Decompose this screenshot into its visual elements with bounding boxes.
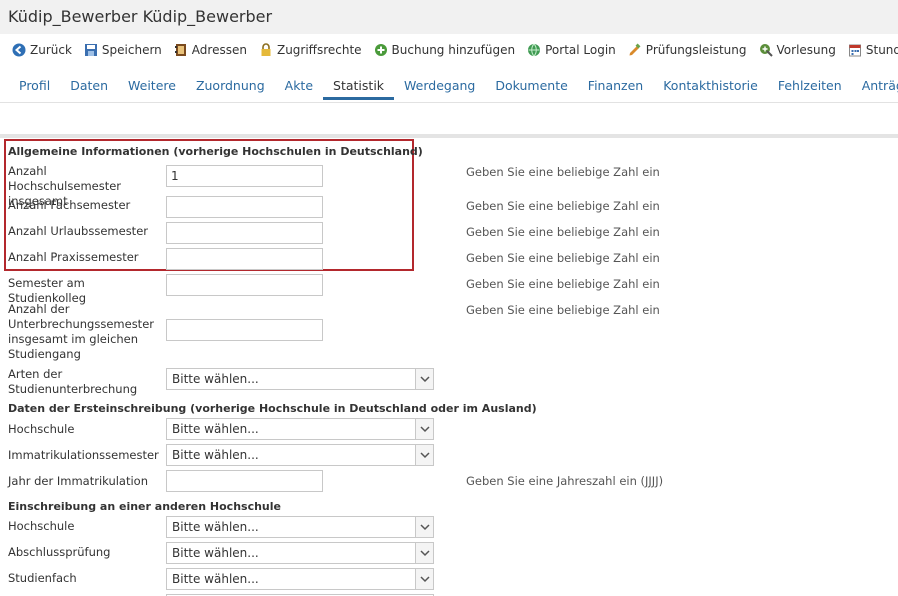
lecture-button[interactable]: Vorlesung [756,40,839,60]
lecture-icon [759,44,773,57]
abschlusspruefung-value: Bitte wählen... [172,546,259,560]
access-rights-button[interactable]: Zugriffsrechte [256,40,365,60]
tab-profil[interactable]: Profil [9,75,60,100]
immatrikulationssemester-select[interactable]: Bitte wählen... [166,444,434,466]
tab-daten[interactable]: Daten [60,75,118,100]
globe-icon [528,43,541,57]
lock-icon [261,43,271,56]
label-urlaubssemester: Anzahl Urlaubssemester [8,224,148,238]
tab-werdegang[interactable]: Werdegang [394,75,485,100]
address-book-icon [174,44,186,56]
hint-urlaubssemester: Geben Sie eine beliebige Zahl ein [466,225,660,239]
tab-weitere[interactable]: Weitere [118,75,186,100]
hint-hochschulsemester: Geben Sie eine beliebige Zahl ein [466,165,660,179]
hint-studienkolleg: Geben Sie eine beliebige Zahl ein [466,277,660,291]
arten-unterbrechung-select[interactable]: Bitte wählen... [166,368,434,390]
tab-dokumente[interactable]: Dokumente [485,75,577,100]
studienfach-value: Bitte wählen... [172,572,259,586]
tab-zuordnung[interactable]: Zuordnung [186,75,275,100]
label-studienfach: Studienfach [8,571,77,585]
back-button[interactable]: Zurück [9,40,75,60]
addresses-button-label: Adressen [191,43,247,57]
content-divider [0,134,898,138]
lecture-button-label: Vorlesung [776,43,836,57]
chevron-down-icon[interactable] [415,445,433,465]
immatrikulationssemester-value: Bitte wählen... [172,448,259,462]
add-booking-button-label: Buchung hinzufügen [391,43,516,57]
label-jahr-immatrikulation: Jahr der Immatrikulation [8,474,149,488]
exam-icon [629,43,641,56]
unterbrechungssemester-input[interactable] [166,319,323,341]
portal-login-button[interactable]: Portal Login [524,40,619,60]
tab-fehlzeiten[interactable]: Fehlzeiten [768,75,852,100]
label-unterbrechungssemester: Anzahl der Unterbrechungssemester insges… [8,302,154,361]
tab-bar: Profil Daten Weitere Zuordnung Akte Stat… [9,75,898,103]
chevron-down-icon[interactable] [415,419,433,439]
erst-hochschule-select[interactable]: Bitte wählen... [166,418,434,440]
section-general-info: Allgemeine Informationen (vorherige Hoch… [8,145,423,158]
addresses-button[interactable]: Adressen [171,40,250,60]
fachsemester-input[interactable] [166,196,323,218]
timetable-button[interactable]: Stundenplan [845,40,898,60]
tab-bar-divider [0,102,898,103]
hint-unterbrechungssemester: Geben Sie eine beliebige Zahl ein [466,303,660,317]
andere-hochschule-value: Bitte wählen... [172,520,259,534]
exam-results-button-label: Prüfungsleistung [645,43,747,57]
title-bar: Küdip_Bewerber Küdip_Bewerber [0,0,898,34]
add-booking-button[interactable]: Buchung hinzufügen [371,40,519,60]
chevron-down-icon[interactable] [415,543,433,563]
urlaubssemester-input[interactable] [166,222,323,244]
label-immatrikulationssemester: Immatrikulationssemester [8,448,159,462]
tab-antraege[interactable]: Anträge [852,75,898,100]
erst-hochschule-value: Bitte wählen... [172,422,259,436]
label-erst-hochschule: Hochschule [8,422,75,436]
back-arrow-icon [12,43,26,57]
access-rights-button-label: Zugriffsrechte [276,43,362,57]
chevron-down-icon[interactable] [415,369,433,389]
label-arten-unterbrechung: Arten der Studienunterbrechung [8,367,138,396]
portal-login-button-label: Portal Login [545,43,616,57]
label-andere-hochschule: Hochschule [8,519,75,533]
save-button-label: Speichern [101,43,162,57]
add-circle-icon [374,44,387,56]
hint-praxissemester: Geben Sie eine beliebige Zahl ein [466,251,660,265]
timetable-button-label: Stundenplan [865,43,898,57]
exam-results-button[interactable]: Prüfungsleistung [625,40,750,60]
toolbar: Zurück Speichern Adressen Zugriffsrechte… [0,36,898,64]
tab-finanzen[interactable]: Finanzen [578,75,653,100]
section-other-university: Einschreibung an einer anderen Hochschul… [8,500,281,513]
abschlusspruefung-select[interactable]: Bitte wählen... [166,542,434,564]
section-first-enrollment: Daten der Ersteinschreibung (vorherige H… [8,402,537,415]
jahr-immatrikulation-input[interactable] [166,470,323,492]
window-title: Küdip_Bewerber Küdip_Bewerber [8,7,273,26]
hint-jahr-immatrikulation: Geben Sie eine Jahreszahl ein (JJJJ) [466,474,664,488]
label-praxissemester: Anzahl Praxissemester [8,250,139,264]
back-button-label: Zurück [30,43,72,57]
praxissemester-input[interactable] [166,248,323,270]
label-abschlusspruefung: Abschlussprüfung [8,545,111,559]
hochschulsemester-input[interactable] [166,165,323,187]
label-fachsemester: Anzahl Fachsemester [8,198,131,212]
tab-statistik[interactable]: Statistik [323,75,395,100]
andere-hochschule-select[interactable]: Bitte wählen... [166,516,434,538]
arten-unterbrechung-value: Bitte wählen... [172,372,259,386]
tab-kontakthistorie[interactable]: Kontakthistorie [653,75,768,100]
hint-fachsemester: Geben Sie eine beliebige Zahl ein [466,199,660,213]
tab-akte[interactable]: Akte [275,75,323,100]
save-button[interactable]: Speichern [81,40,165,60]
studienkolleg-input[interactable] [166,274,323,296]
studienfach-select[interactable]: Bitte wählen... [166,568,434,590]
chevron-down-icon[interactable] [415,569,433,589]
chevron-down-icon[interactable] [415,517,433,537]
save-icon [84,44,97,56]
calendar-icon [848,44,861,57]
